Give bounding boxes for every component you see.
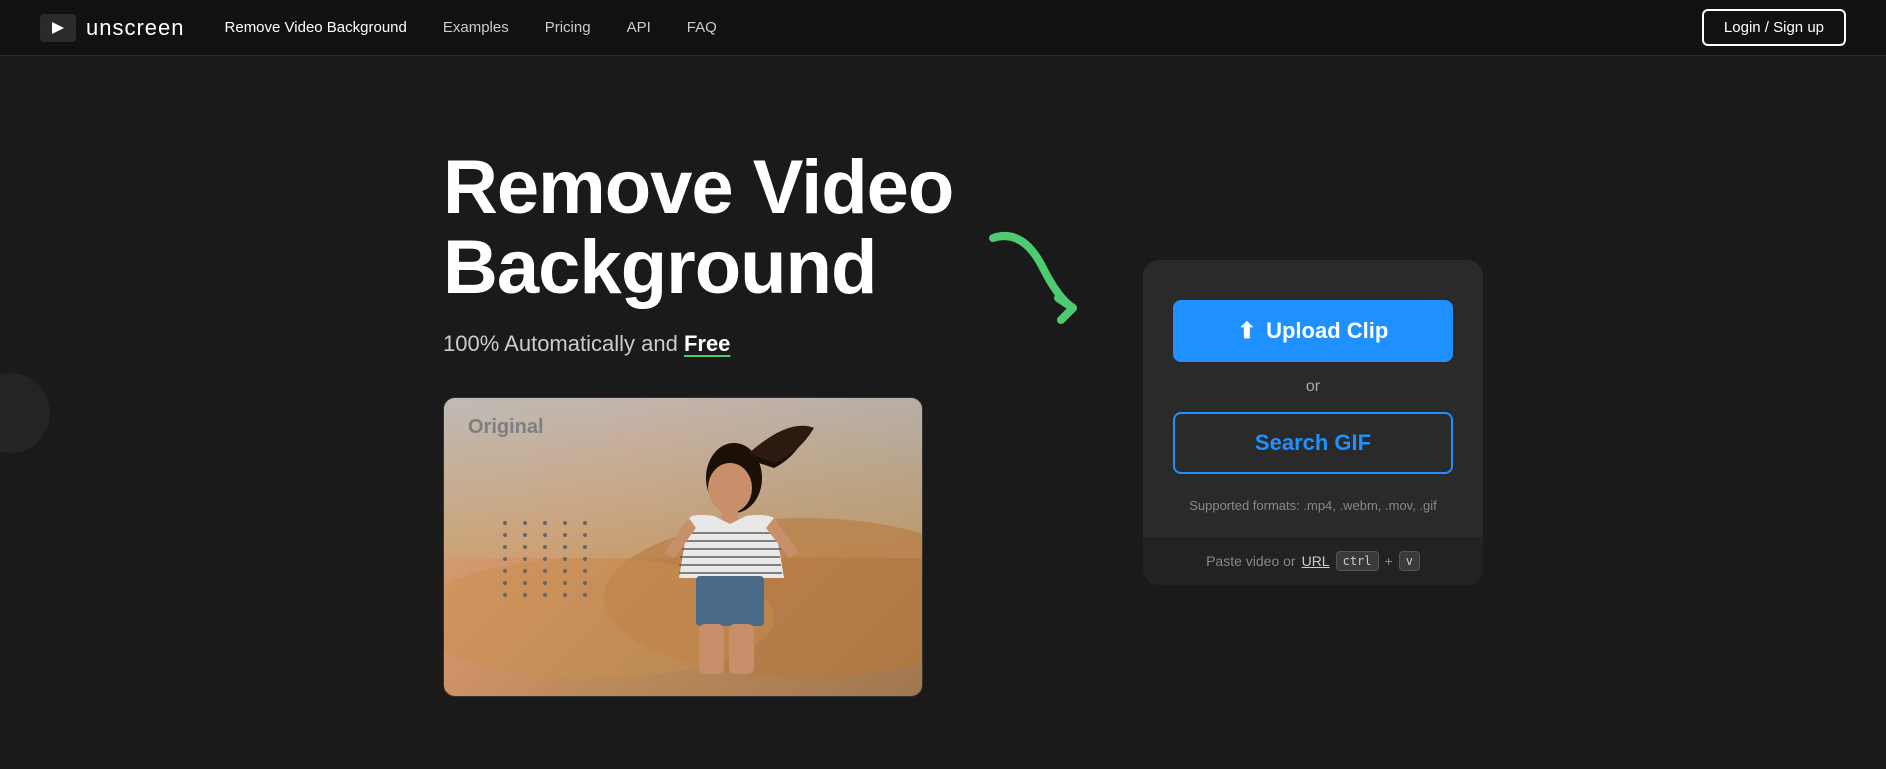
nav-item-examples[interactable]: Examples [443,19,509,37]
upload-card: ⬆ Upload Clip or Search GIF Supported fo… [1143,260,1483,585]
hero-subtitle-prefix: 100% Automatically and [443,331,684,356]
hero-free-text: Free [684,331,730,356]
hero-left: Remove Video Background 100% Automatical… [443,148,1083,698]
logo-text: unscreen [86,15,185,41]
nav-item-api[interactable]: API [627,19,651,37]
v-key: v [1399,551,1420,571]
nav-item-faq[interactable]: FAQ [687,19,717,37]
logo-icon [40,14,76,42]
hero-right: ⬆ Upload Clip or Search GIF Supported fo… [1143,260,1483,585]
paste-text: Paste video or [1206,553,1296,569]
or-divider: or [1306,378,1320,396]
hero-section: Remove Video Background 100% Automatical… [0,56,1886,769]
left-circle-decoration [0,373,50,453]
search-gif-button[interactable]: Search GIF [1173,412,1453,474]
hero-title-line2: Background [443,225,876,310]
supported-formats: Supported formats: .mp4, .webm, .mov, .g… [1189,498,1437,513]
hero-title-line1: Remove Video [443,145,953,230]
nav-left: unscreen Remove Video Background Example… [40,14,717,42]
nav-link-examples[interactable]: Examples [443,19,509,36]
nav-link-remove-video[interactable]: Remove Video Background [225,19,407,36]
nav-link-api[interactable]: API [627,19,651,36]
arrow-icon [963,208,1103,348]
plus-sign: + [1385,553,1393,569]
nav-links: Remove Video Background Examples Pricing… [225,19,717,37]
nav-link-faq[interactable]: FAQ [687,19,717,36]
nav-link-pricing[interactable]: Pricing [545,19,591,36]
logo[interactable]: unscreen [40,14,185,42]
login-button[interactable]: Login / Sign up [1702,9,1846,46]
upload-icon: ⬆ [1238,318,1256,344]
navbar: unscreen Remove Video Background Example… [0,0,1886,56]
ctrl-key: ctrl [1336,551,1379,571]
nav-item-remove-video[interactable]: Remove Video Background [225,19,407,37]
arrow-decoration [963,208,1103,348]
dots-decoration [503,521,595,597]
nav-item-pricing[interactable]: Pricing [545,19,591,37]
paste-url-link[interactable]: URL [1302,553,1330,569]
upload-clip-button[interactable]: ⬆ Upload Clip [1173,300,1453,362]
upload-clip-label: Upload Clip [1266,318,1388,344]
paste-row: Paste video or URL ctrl + v [1143,537,1483,585]
